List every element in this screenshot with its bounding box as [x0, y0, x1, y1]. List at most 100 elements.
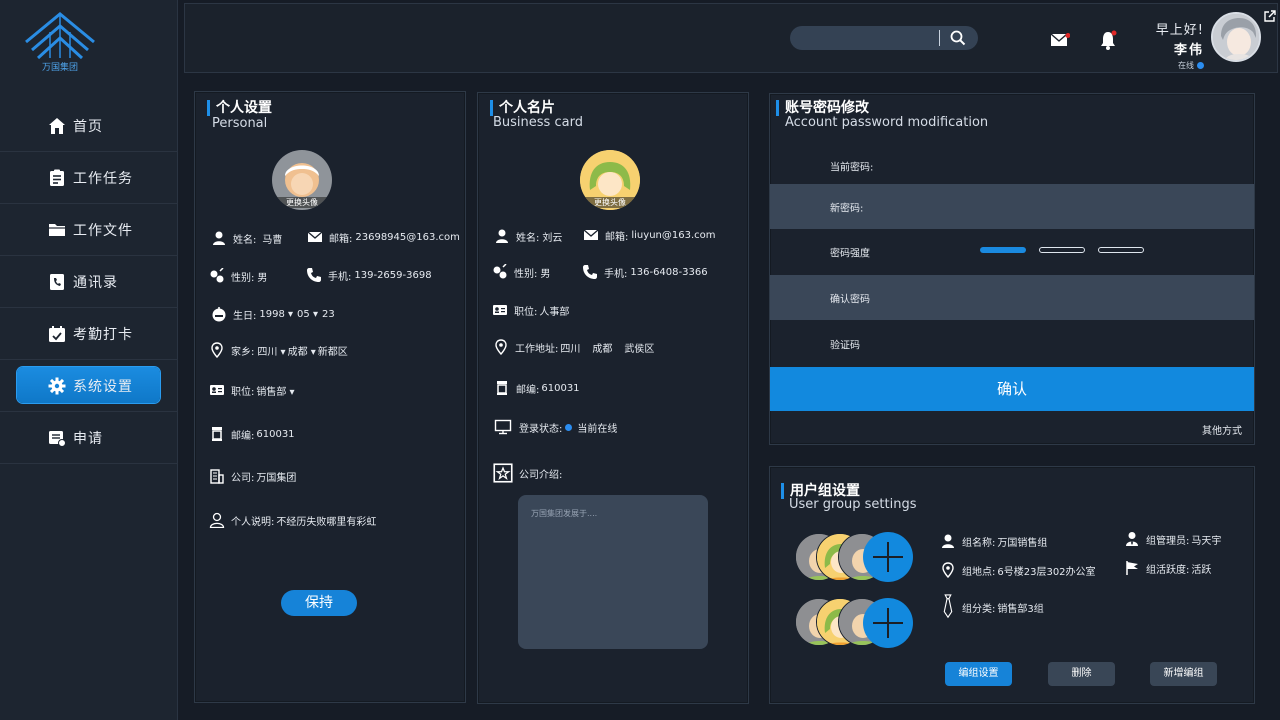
sidebar-item-label: 工作文件 — [73, 222, 133, 239]
bell-icon[interactable] — [1100, 30, 1118, 50]
city-select[interactable]: 成都 ▾ — [288, 343, 316, 358]
clipboard-icon — [50, 169, 64, 186]
birth-year-select[interactable]: 1998 ▾ — [259, 309, 293, 320]
panel-title: 个人设置 — [207, 100, 272, 116]
search-divider — [939, 30, 940, 46]
plus-icon — [873, 608, 903, 638]
company-intro-textarea[interactable]: 万国集团发展于.... — [518, 495, 708, 649]
avatar[interactable]: 更换头像 — [580, 150, 640, 210]
email-value[interactable]: 23698945@163.com — [355, 232, 460, 243]
province-value: 四川 — [257, 346, 278, 358]
sidebar-item-label: 工作任务 — [73, 170, 133, 187]
postcode-label: 邮编: — [516, 384, 540, 396]
sidebar-item-home[interactable]: 首页 — [0, 100, 178, 152]
position-select[interactable]: 销售部 ▾ — [256, 383, 294, 398]
province-select[interactable]: 四川 ▾ — [257, 343, 285, 358]
position-row: 职位: 人事部 — [492, 302, 569, 318]
group-activity-value: 活跃 — [1191, 564, 1212, 576]
phone-icon — [583, 265, 597, 279]
new-group-button[interactable]: 新增编组 — [1150, 662, 1217, 686]
change-avatar-button[interactable]: 更换头像 — [580, 197, 640, 208]
home-icon — [49, 117, 65, 134]
phone-value[interactable]: 139-2659-3698 — [354, 270, 431, 281]
mail-icon[interactable] — [1050, 33, 1070, 47]
group-name-value: 万国销售组 — [997, 537, 1048, 549]
gender-value: 男 — [540, 268, 551, 280]
sidebar-item-settings[interactable]: 系统设置 — [0, 360, 178, 412]
phone-row: 手机: 139-2659-3698 — [306, 267, 432, 283]
sidebar-item-label: 首页 — [73, 118, 103, 135]
group-location-label: 组地点: — [962, 566, 996, 578]
sidebar-item-contacts[interactable]: 通讯录 — [0, 256, 178, 308]
name-row: 姓名: 马曹 — [211, 230, 282, 246]
admin-icon — [1126, 532, 1138, 546]
location-pin-icon — [495, 339, 507, 355]
position-label: 职位: — [231, 386, 255, 398]
new-password-field[interactable]: 新密码: — [770, 184, 1254, 229]
add-member-button[interactable] — [863, 598, 913, 648]
postcode-label: 邮编: — [231, 430, 255, 442]
other-method-link[interactable]: 其他方式 — [1202, 422, 1242, 437]
gender-value[interactable]: 男 — [257, 269, 267, 284]
search-icon[interactable] — [950, 30, 966, 46]
district-select[interactable]: 新都区 — [318, 343, 348, 358]
person-outline-icon — [209, 512, 225, 528]
user-avatar-icon — [1213, 14, 1259, 60]
current-password-field[interactable]: 当前密码: — [770, 143, 1254, 188]
group-activity-row: 组活跃度: 活跃 — [1124, 560, 1211, 576]
login-status-value: 当前在线 — [577, 423, 618, 435]
phone-icon — [307, 268, 321, 282]
save-button[interactable]: 保持 — [281, 590, 357, 616]
group-admin-label: 组管理员: — [1146, 535, 1190, 547]
password-panel: 账号密码修改 Account password modification 当前密… — [769, 93, 1255, 445]
verification-code-field[interactable]: 验证码 — [770, 321, 1254, 366]
add-member-button[interactable] — [863, 532, 913, 582]
group-activity-label: 组活跃度: — [1146, 564, 1190, 576]
edit-group-button[interactable]: 编组设置 — [945, 662, 1012, 686]
sidebar-item-files[interactable]: 工作文件 — [0, 204, 178, 256]
external-link-icon[interactable] — [1264, 10, 1276, 22]
sidebar-item-label: 申请 — [73, 430, 103, 447]
group-category-value: 销售部3组 — [997, 603, 1044, 615]
panel-subtitle: Personal — [212, 116, 268, 131]
award-icon — [493, 463, 513, 483]
brand-logo[interactable]: 万国集团 — [20, 8, 100, 74]
sidebar-item-apply[interactable]: 申请 — [0, 412, 178, 464]
birth-month-select[interactable]: 05 ▾ — [297, 309, 318, 320]
avatar[interactable]: 更换头像 — [272, 150, 332, 210]
avatar[interactable] — [1211, 12, 1261, 62]
name-value[interactable]: 马曹 — [262, 231, 282, 246]
plus-icon — [873, 542, 903, 572]
cake-icon — [212, 307, 226, 322]
position-label: 职位: — [514, 306, 538, 318]
top-bar: 早上好! 李伟 在线 — [184, 3, 1278, 73]
name-row: 姓名: 刘云 — [494, 228, 562, 244]
status-dot — [1197, 62, 1204, 69]
bio-value[interactable]: 不经历失败哪里有彩虹 — [276, 513, 376, 528]
company-value[interactable]: 万国集团 — [256, 469, 296, 484]
birth-day-select[interactable]: 23 — [322, 309, 335, 320]
new-password-label: 新密码: — [830, 203, 864, 214]
birth-year-value: 1998 — [259, 308, 285, 320]
email-row: 邮箱: 23698945@163.com — [307, 229, 460, 245]
sidebar-item-label: 系统设置 — [73, 378, 133, 395]
mailbox-icon — [497, 381, 507, 395]
position-value: 人事部 — [539, 306, 570, 318]
delete-group-button[interactable]: 删除 — [1048, 662, 1115, 686]
postcode-value[interactable]: 610031 — [256, 429, 294, 440]
address-row: 工作地址: 四川 成都 武侯区 — [493, 339, 654, 355]
sidebar-nav: 首页 工作任务 工作文件 通讯录 考勤打卡 系统设置 申请 — [0, 100, 178, 464]
intro-label: 公司介绍: — [519, 469, 563, 481]
postcode-value: 610031 — [541, 382, 580, 394]
confirm-button[interactable]: 确认 — [770, 367, 1254, 411]
search-input[interactable] — [790, 26, 978, 50]
confirm-password-field[interactable]: 确认密码 — [770, 275, 1254, 320]
panel-subtitle: Account password modification — [785, 115, 989, 130]
panel-title: 账号密码修改 — [776, 100, 869, 116]
sidebar-item-attendance[interactable]: 考勤打卡 — [0, 308, 178, 360]
envelope-icon — [307, 231, 323, 242]
postcode-row: 邮编: 610031 — [209, 426, 295, 442]
change-avatar-button[interactable]: 更换头像 — [272, 197, 332, 208]
birthday-row: 生日: 1998 ▾ 05 ▾ 23 — [211, 306, 335, 322]
sidebar-item-tasks[interactable]: 工作任务 — [0, 152, 178, 204]
